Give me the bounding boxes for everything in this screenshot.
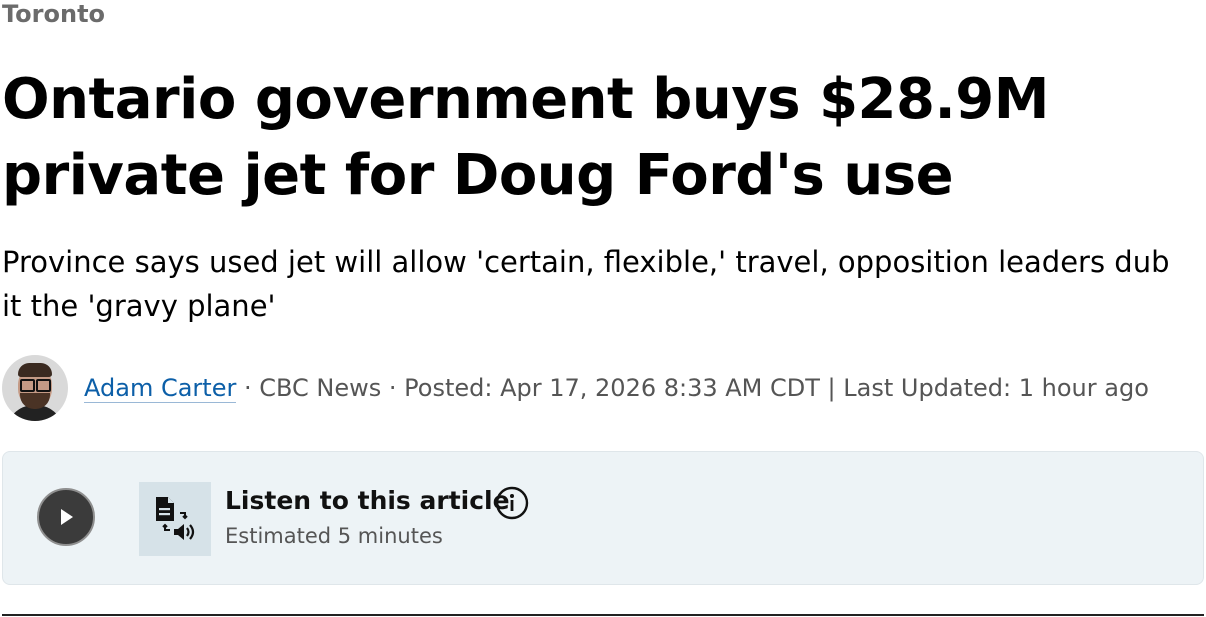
author-link[interactable]: Adam Carter (84, 374, 237, 403)
headline: Ontario government buys $28.9M private j… (2, 67, 1049, 208)
divider (2, 614, 1204, 616)
play-button[interactable] (37, 488, 95, 546)
posted-date: Posted: Apr 17, 2026 8:33 AM CDT (404, 374, 820, 402)
byline-meta: Adam Carter · CBC News · Posted: Apr 17,… (84, 373, 1149, 403)
last-updated: Last Updated: 1 hour ago (843, 374, 1149, 402)
byline-separator: · (236, 374, 260, 402)
text-to-speech-icon (139, 482, 211, 556)
audio-player: Listen to this article Estimated 5 minut… (2, 451, 1204, 585)
outlet-name: CBC News (259, 374, 382, 402)
byline-separator: · (381, 374, 405, 402)
byline: Adam Carter · CBC News · Posted: Apr 17,… (2, 355, 1149, 421)
section-label[interactable]: Toronto (2, 0, 105, 28)
info-icon[interactable] (495, 486, 529, 520)
author-avatar[interactable] (2, 355, 68, 421)
listen-duration: Estimated 5 minutes (225, 524, 443, 548)
byline-separator: | (819, 374, 844, 402)
listen-title: Listen to this article (225, 486, 510, 515)
subheadline: Province says used jet will allow 'certa… (2, 245, 1170, 323)
play-icon (61, 509, 73, 525)
